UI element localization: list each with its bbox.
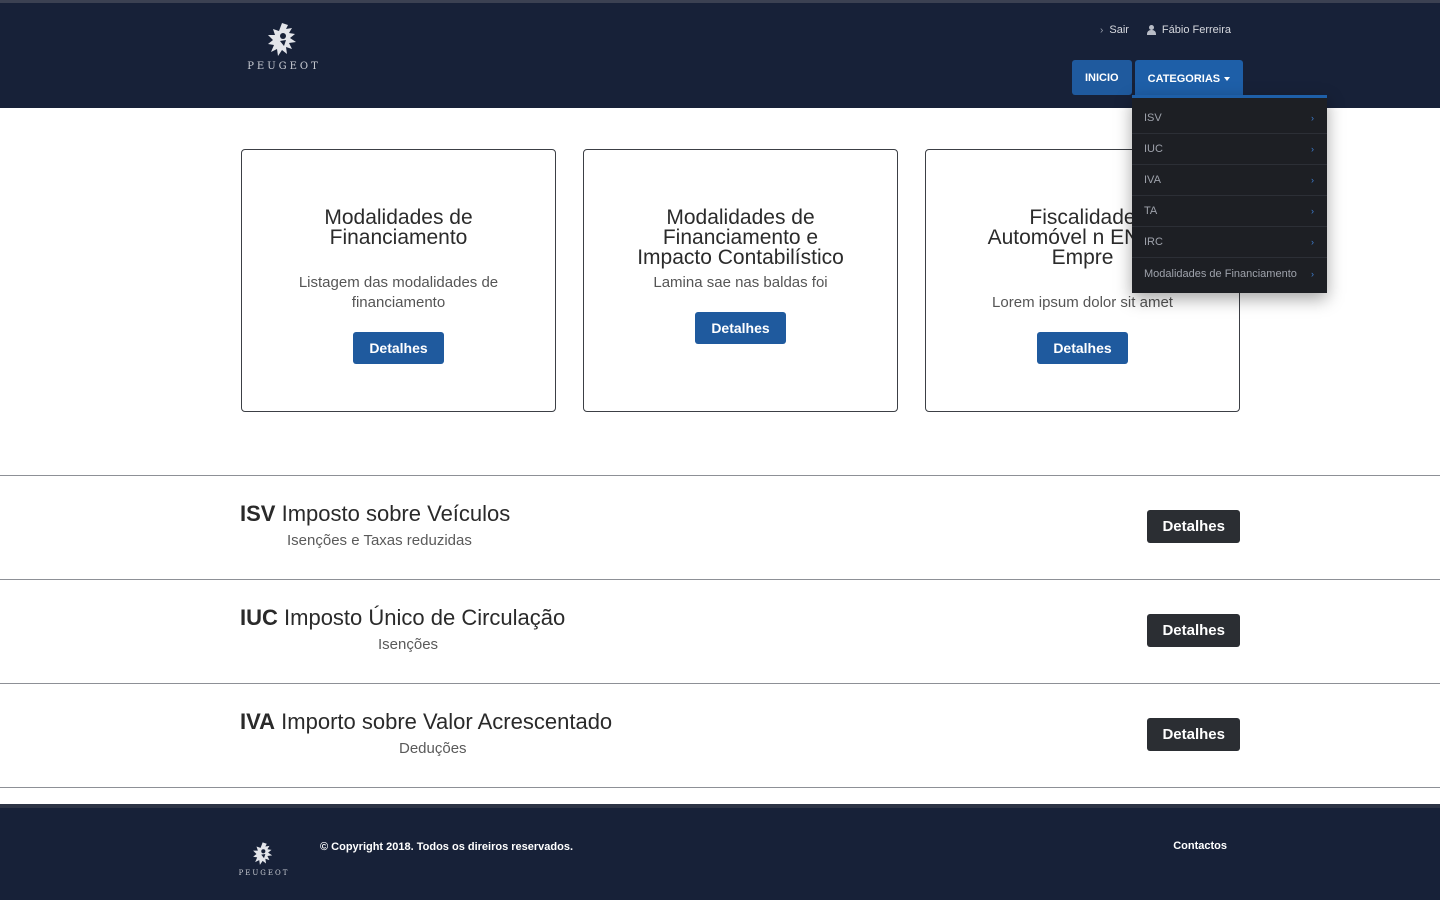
chevron-right-icon: ›: [1311, 237, 1314, 247]
site-footer: PEUGEOT © Copyright 2018. Todos os direi…: [0, 808, 1440, 900]
dropdown-item-label: IUC: [1144, 143, 1163, 155]
chevron-right-icon: ›: [1311, 268, 1314, 279]
dropdown-item-label: IRC: [1144, 236, 1163, 248]
logout-link[interactable]: › Sair: [1100, 24, 1129, 36]
site-header: PEUGEOT › Sair Fábio Ferreira INICIO CAT…: [0, 3, 1440, 108]
dropdown-item-irc[interactable]: IRC ›: [1132, 227, 1327, 258]
card-modalidades-impacto: Modalidades de Financiamento e Impacto C…: [583, 149, 898, 412]
caret-down-icon: [1224, 77, 1231, 81]
section-code: IUC: [240, 605, 278, 630]
dropdown-item-ta[interactable]: TA ›: [1132, 196, 1327, 227]
logout-label: Sair: [1109, 24, 1129, 36]
card-details-button[interactable]: Detalhes: [1037, 332, 1128, 364]
nav-home-label: INICIO: [1085, 71, 1119, 84]
categories-dropdown: ISV › IUC › IVA › TA › IRC › Modalidades…: [1132, 95, 1327, 293]
section-details-button[interactable]: Detalhes: [1147, 510, 1240, 543]
section-details-button[interactable]: Detalhes: [1147, 614, 1240, 647]
header-brand-text: PEUGEOT: [247, 61, 321, 72]
user-profile-link[interactable]: Fábio Ferreira: [1146, 24, 1231, 36]
contacts-link[interactable]: Contactos: [1173, 840, 1227, 852]
dropdown-item-iuc[interactable]: IUC ›: [1132, 134, 1327, 165]
section-details-button[interactable]: Detalhes: [1147, 718, 1240, 751]
dropdown-item-label: ISV: [1144, 112, 1162, 124]
card-description: Lamina sae nas baldas foi: [653, 274, 828, 291]
section-name: Imposto Único de Circulação: [284, 605, 566, 630]
nav-home-button[interactable]: INICIO: [1072, 60, 1132, 95]
section-isv: ISV Imposto sobre Veículos Isenções e Ta…: [0, 475, 1440, 579]
section-name: Importo sobre Valor Acrescentado: [281, 709, 613, 734]
user-name: Fábio Ferreira: [1161, 24, 1231, 36]
chevron-right-icon: ›: [1100, 24, 1104, 36]
peugeot-lion-icon: [268, 23, 296, 56]
dropdown-item-isv[interactable]: ISV ›: [1132, 103, 1327, 134]
chevron-right-icon: ›: [1311, 175, 1314, 185]
dropdown-item-label: IVA: [1144, 174, 1161, 186]
card-title: Modalidades de Financiamento e Impacto C…: [637, 206, 844, 269]
section-subtitle: Isenções e Taxas reduzidas: [287, 532, 472, 549]
section-name: Imposto sobre Veículos: [281, 501, 511, 526]
section-title: IUC Imposto Único de Circulação: [240, 605, 565, 631]
footer-logo[interactable]: PEUGEOT: [232, 840, 296, 877]
section-iuc: IUC Imposto Único de Circulação Isenções…: [0, 579, 1440, 683]
nav-categories-button[interactable]: CATEGORIAS: [1134, 60, 1244, 98]
peugeot-lion-icon: [253, 842, 273, 865]
main-nav: INICIO CATEGORIAS: [1072, 60, 1244, 98]
chevron-right-icon: ›: [1311, 144, 1314, 154]
section-subtitle: Deduções: [399, 740, 467, 757]
section-code: IVA: [240, 709, 276, 734]
nav-categories-label: CATEGORIAS: [1147, 73, 1221, 85]
section-subtitle: Isenções: [378, 636, 439, 653]
dropdown-item-label: Modalidades de Financiamento: [1144, 267, 1297, 280]
section-code: ISV: [240, 501, 276, 526]
user-icon: [1146, 25, 1156, 35]
dropdown-item-label: TA: [1144, 205, 1158, 217]
chevron-right-icon: ›: [1311, 113, 1314, 123]
card-details-button[interactable]: Detalhes: [695, 312, 786, 344]
section-iva: IVA Importo sobre Valor Acrescentado Ded…: [0, 683, 1440, 787]
section-divider: [0, 787, 1440, 788]
footer-brand-text: PEUGEOT: [238, 869, 290, 877]
card-modalidades-financiamento: Modalidades de Financiamento Listagem da…: [241, 149, 556, 412]
header-logo[interactable]: PEUGEOT: [236, 21, 332, 81]
card-description: Listagem das modalidades de financiament…: [298, 274, 499, 311]
top-links: › Sair Fábio Ferreira: [1100, 24, 1231, 36]
dropdown-item-modalidades[interactable]: Modalidades de Financiamento ›: [1132, 258, 1327, 289]
section-title: IVA Importo sobre Valor Acrescentado: [240, 709, 612, 735]
card-title: Modalidades de Financiamento: [324, 206, 473, 249]
card-details-button[interactable]: Detalhes: [353, 332, 444, 364]
dropdown-item-iva[interactable]: IVA ›: [1132, 165, 1327, 196]
section-title: ISV Imposto sobre Veículos: [240, 501, 510, 527]
card-description: Lorem ipsum dolor sit amet: [992, 294, 1173, 311]
chevron-right-icon: ›: [1311, 206, 1314, 216]
copyright-text: © Copyright 2018. Todos os direiros rese…: [320, 841, 574, 853]
